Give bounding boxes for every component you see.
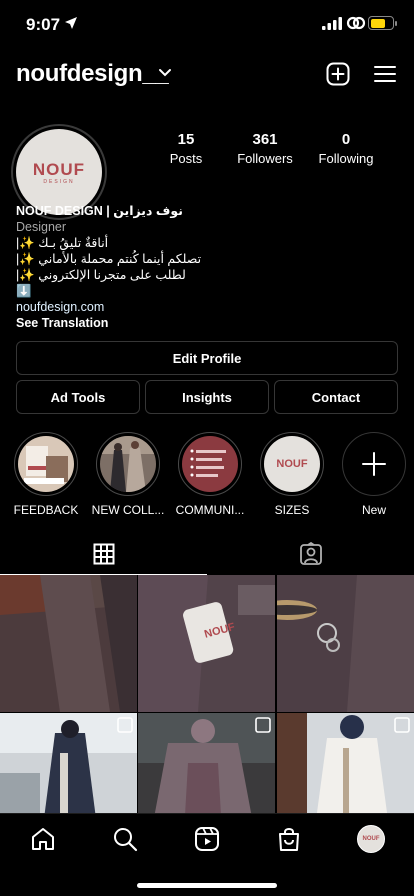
highlight-label: FEEDBACK <box>13 503 79 517</box>
menu-icon[interactable] <box>374 64 396 84</box>
cellular-signal-icon <box>322 17 342 30</box>
username[interactable]: noufdesign__ <box>16 60 169 88</box>
new-post-icon[interactable] <box>326 62 350 86</box>
highlight-ring <box>178 432 242 496</box>
reels-icon[interactable] <box>194 826 220 852</box>
posts-grid: NOUF <box>0 575 414 813</box>
battery-level <box>370 18 385 28</box>
highlight-feedback[interactable]: FEEDBACK <box>13 432 79 517</box>
stat-label: Posts <box>169 151 203 166</box>
tab-posts-grid[interactable] <box>0 533 207 575</box>
avatar-logo-mini: NOUF <box>362 836 380 842</box>
post-thumbnail[interactable]: NOUF <box>138 575 275 712</box>
post-thumbnail[interactable] <box>0 713 137 813</box>
stat-followers[interactable]: 361 Followers <box>220 131 310 166</box>
highlight-label: New <box>361 503 386 517</box>
logo-text: NOUF <box>32 159 86 179</box>
bio-line: تصلكم أينما كُنتم محملة بالأماني ✨| <box>16 252 202 266</box>
edit-profile-button[interactable]: Edit Profile <box>16 341 398 375</box>
personal-hotspot-icon <box>346 16 366 30</box>
insights-button[interactable]: Insights <box>145 380 269 414</box>
battery-icon <box>368 16 397 30</box>
profile-tabs <box>0 533 414 575</box>
highlight-sizes[interactable]: NOUF SIZES <box>259 432 325 517</box>
highlight-label: SIZES <box>274 503 310 517</box>
highlight-new-collection[interactable]: NEW COLL... <box>92 432 164 517</box>
shop-icon[interactable] <box>276 826 302 852</box>
stat-number: 0 <box>341 131 351 148</box>
post-thumbnail[interactable] <box>138 713 275 813</box>
stat-posts[interactable]: 15 Posts <box>141 131 231 166</box>
highlight-ring: NOUF <box>260 432 324 496</box>
highlight-ring <box>14 432 78 496</box>
category: Designer <box>16 220 67 234</box>
logo-subtext: DESIGN <box>43 178 75 185</box>
bio-line: ⬇️ <box>16 284 32 298</box>
plus-icon <box>362 452 386 476</box>
grid-icon <box>93 543 114 565</box>
bottom-nav: NOUF <box>0 813 414 896</box>
post-thumbnail[interactable] <box>0 575 137 712</box>
highlight-ring <box>96 432 160 496</box>
profile-header: noufdesign__ <box>0 58 414 92</box>
home-indicator <box>137 883 277 888</box>
highlight-new[interactable]: New <box>341 432 407 517</box>
tab-tagged[interactable] <box>207 533 414 575</box>
highlight-community[interactable]: COMMUNI... <box>176 432 244 517</box>
post-thumbnail[interactable] <box>277 575 414 712</box>
tagged-icon <box>299 542 322 565</box>
search-icon[interactable] <box>112 826 138 852</box>
status-time: 9:07 <box>26 15 61 34</box>
svg-text:NOUF: NOUF <box>276 458 307 470</box>
profile-stats: 15 Posts 361 Followers 0 Following <box>150 131 400 171</box>
see-translation-link[interactable]: See Translation <box>16 315 396 331</box>
stat-label: Followers <box>237 151 293 166</box>
highlight-cover <box>18 436 74 492</box>
stat-following[interactable]: 0 Following <box>301 131 391 166</box>
post-thumbnail[interactable] <box>277 713 414 813</box>
highlight-label: COMMUNI... <box>175 503 245 517</box>
highlight-label: NEW COLL... <box>91 503 165 517</box>
home-icon[interactable] <box>30 826 56 852</box>
highlight-cover: NOUF <box>264 436 320 492</box>
highlight-ring <box>342 432 406 496</box>
display-name: NOUF DESIGN | نوف ديزاين <box>16 204 183 218</box>
stat-label: Following <box>318 151 374 166</box>
stat-number: 361 <box>252 131 278 148</box>
website-link[interactable]: noufdesign.com <box>16 299 396 315</box>
profile-avatar-tab[interactable]: NOUF <box>357 825 385 853</box>
bio-line: لطلب على متجرنا الإلكتروني ✨| <box>16 268 186 282</box>
location-arrow-icon <box>65 17 77 29</box>
status-bar: 9:07 <box>0 0 414 48</box>
bio-line: أناقةٌ تليقُ بـك ✨| <box>16 236 109 250</box>
ad-tools-button[interactable]: Ad Tools <box>16 380 140 414</box>
highlight-cover <box>100 436 156 492</box>
highlight-cover <box>182 436 238 492</box>
contact-button[interactable]: Contact <box>274 380 398 414</box>
stat-number: 15 <box>177 131 195 148</box>
profile-bio: NOUF DESIGN | نوف ديزاين Designer أناقةٌ… <box>16 203 396 331</box>
chevron-down-icon[interactable] <box>158 68 172 78</box>
